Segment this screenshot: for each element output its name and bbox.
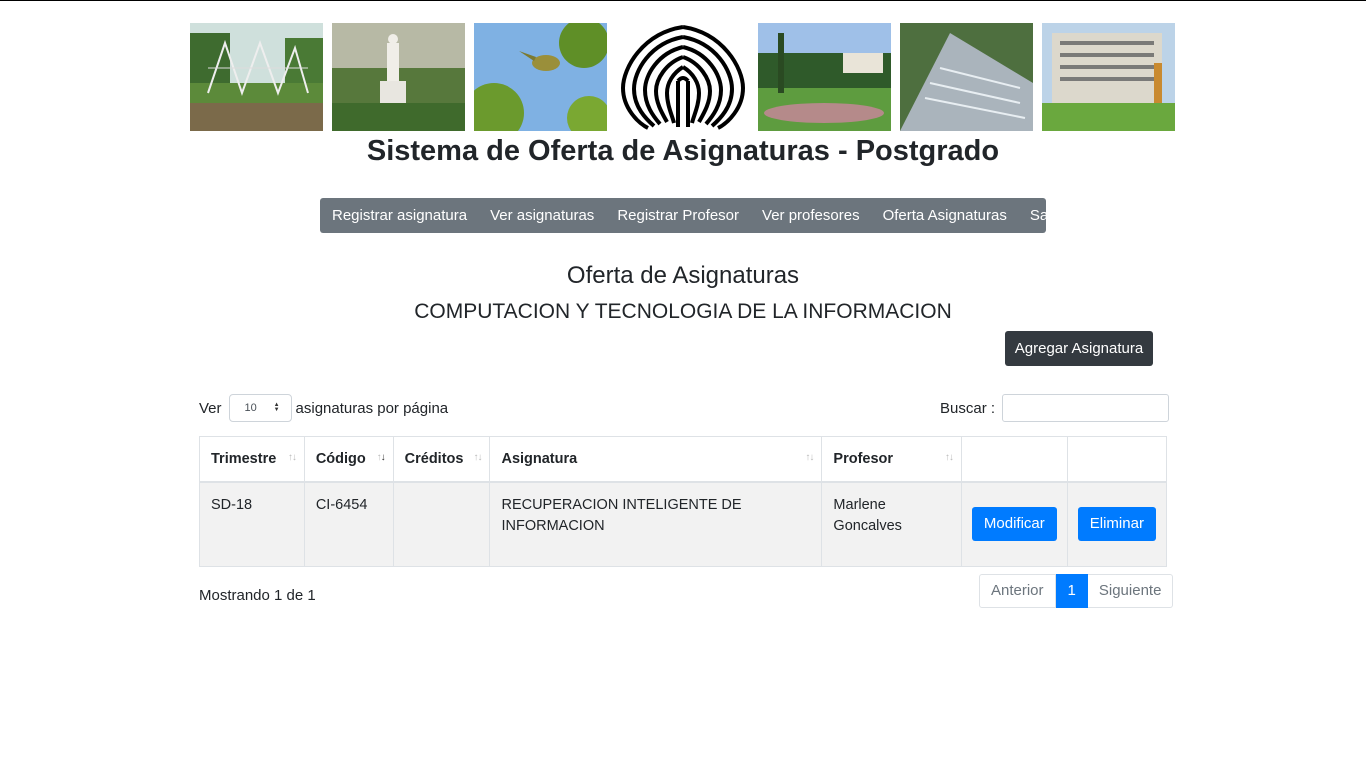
column-label: Créditos [404, 450, 464, 467]
table-info: Mostrando 1 de 1 [199, 587, 316, 604]
length-prefix: Ver [199, 399, 222, 417]
sort-icon: ↑↓ [473, 452, 482, 463]
header-banner [190, 23, 1175, 131]
column-label: Trimestre [211, 450, 277, 467]
column-header-delete [1066, 436, 1168, 483]
campus-photo-gardens [758, 23, 891, 131]
page-title: Oferta de Asignaturas [566, 262, 800, 289]
table-header-row: Trimestre ↑↓ Código ↑↓ Créditos ↑↓ Asignatu… [199, 436, 1168, 483]
nav-registrar-profesor[interactable]: Registrar Profesor [617, 207, 739, 224]
search-label: Buscar : [940, 399, 996, 417]
nav-ver-asignaturas[interactable]: Ver asignaturas [490, 207, 594, 224]
column-label: Asignatura [501, 450, 578, 467]
sort-icon: ↑↓ [805, 452, 814, 463]
column-header-asignatura[interactable]: Asignatura ↑↓ [489, 436, 823, 483]
sort-icon: ↑↓ [944, 452, 954, 463]
university-logo [618, 23, 748, 131]
sort-desc-icon: ↑↓ [376, 452, 386, 463]
column-header-modify [960, 436, 1068, 483]
nav-ver-profesores[interactable]: Ver profesores [762, 207, 860, 224]
column-header-codigo[interactable]: Código ↑↓ [303, 436, 394, 483]
pagination-next[interactable]: Siguiente [1087, 574, 1174, 608]
cell-delete: Eliminar [1066, 481, 1168, 567]
pagination-page-1[interactable]: 1 [1055, 574, 1088, 608]
cell-modify: Modificar [960, 481, 1068, 567]
cell-codigo: CI-6454 [303, 481, 394, 567]
pagination-previous[interactable]: Anterior [979, 574, 1056, 608]
column-header-profesor[interactable]: Profesor ↑↓ [821, 436, 962, 483]
search-control: Buscar : [940, 394, 1170, 422]
pagination: Anterior 1 Siguiente [979, 574, 1174, 608]
column-header-creditos[interactable]: Créditos ↑↓ [392, 436, 491, 483]
page-length-select[interactable]: 10 ▲ ▼ [228, 394, 292, 422]
column-label: Código [315, 450, 366, 467]
nav-registrar-asignatura[interactable]: Registrar asignatura [332, 207, 467, 224]
cell-trimestre: SD-18 [199, 481, 305, 567]
campus-photo-statue [332, 23, 465, 131]
column-header-trimestre[interactable]: Trimestre ↑↓ [199, 436, 305, 483]
length-suffix: asignaturas por página [295, 399, 449, 417]
cell-creditos [392, 481, 491, 567]
nav-oferta-asignaturas[interactable]: Oferta Asignaturas [883, 207, 1007, 224]
campus-photo-bird [474, 23, 607, 131]
sort-icon: ↑↓ [287, 452, 297, 463]
nav-salir[interactable]: Salir [1030, 207, 1060, 224]
cell-profesor: Marlene Goncalves [821, 481, 962, 567]
site-title: Sistema de Oferta de Asignaturas - Postg… [366, 135, 1000, 167]
modify-button[interactable]: Modificar [971, 507, 1057, 542]
campus-photo-sculpture [190, 23, 323, 131]
department-title: COMPUTACION Y TECNOLOGIA DE LA INFORMACI… [414, 300, 952, 323]
cell-asignatura: RECUPERACION INTELIGENTE DE INFORMACION [489, 481, 823, 567]
table-row: SD-18 CI-6454 RECUPERACION INTELIGENTE D… [199, 481, 1168, 567]
top-border [0, 0, 1366, 1]
page-length-value: 10 [244, 402, 257, 414]
delete-button[interactable]: Eliminar [1077, 507, 1156, 542]
subjects-table: Trimestre ↑↓ Código ↑↓ Créditos ↑↓ Asignatu… [199, 436, 1168, 567]
page-length-control: Ver 10 ▲ ▼ asignaturas por página [199, 394, 448, 422]
main-navbar: Registrar asignatura Ver asignaturas Reg… [320, 198, 1060, 233]
select-arrows-icon: ▲ ▼ [273, 402, 280, 413]
column-label: Profesor [833, 450, 894, 467]
add-subject-button[interactable]: Agregar Asignatura [1005, 331, 1153, 366]
campus-photo-building [1042, 23, 1175, 131]
search-input[interactable] [1002, 394, 1170, 422]
campus-photo-fountain [900, 23, 1033, 131]
